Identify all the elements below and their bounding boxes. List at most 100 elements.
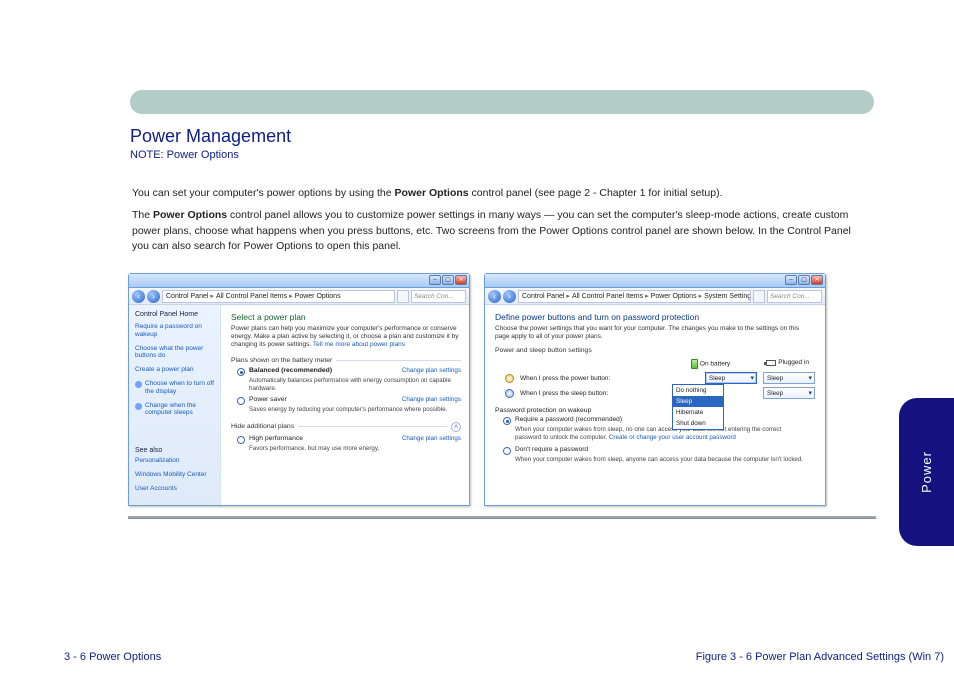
close-icon[interactable]: ✕ bbox=[811, 275, 823, 285]
bullet-icon bbox=[135, 403, 142, 410]
row-label: When I press the power button: bbox=[520, 375, 699, 382]
bullet-icon bbox=[135, 381, 142, 388]
heading-bar bbox=[130, 90, 874, 114]
column-headers: On battery Plugged in bbox=[495, 359, 809, 369]
sidebar-link[interactable]: Change when the computer sleeps bbox=[145, 402, 214, 418]
breadcrumb-item[interactable]: Control Panel bbox=[522, 293, 564, 300]
radio-selected[interactable] bbox=[237, 368, 245, 376]
dropdown-menu[interactable]: Do nothing Sleep Hibernate Shut down bbox=[672, 384, 724, 430]
plan-desc: Favors performance, but may use more ene… bbox=[249, 445, 461, 452]
change-plan-link[interactable]: Change plan settings bbox=[402, 367, 461, 374]
breadcrumb-item[interactable]: Control Panel bbox=[166, 293, 208, 300]
subsection-label: Hide additional plans bbox=[231, 423, 294, 430]
address-bar: ‹ › Control Panel▸ All Control Panel Ite… bbox=[485, 288, 825, 305]
titlebar[interactable]: – ▢ ✕ bbox=[129, 274, 469, 288]
sleep-plugged-select[interactable]: Sleep bbox=[763, 387, 815, 399]
radio[interactable] bbox=[237, 397, 245, 405]
plan-row[interactable]: Balanced (recommended) Change plan setti… bbox=[237, 367, 461, 376]
sidebar-link[interactable]: Require a password on wakeup bbox=[135, 323, 214, 339]
plan-label: High performance bbox=[249, 435, 303, 442]
power-icon bbox=[505, 374, 514, 383]
breadcrumb[interactable]: Control Panel▸ All Control Panel Items▸ … bbox=[518, 290, 751, 303]
window-body: Control Panel Home Require a password on… bbox=[129, 305, 469, 505]
dropdown-item-selected[interactable]: Sleep bbox=[673, 396, 723, 407]
section-text: Choose the power settings that you want … bbox=[495, 325, 815, 341]
plan-row[interactable]: High performance Change plan settings bbox=[237, 435, 461, 444]
plan-row[interactable]: Power saver Change plan settings bbox=[237, 396, 461, 405]
radio[interactable] bbox=[237, 436, 245, 444]
text: You can set your computer's power option… bbox=[132, 187, 395, 199]
search-input[interactable]: Search Con... bbox=[411, 290, 466, 303]
see-also-link[interactable]: Windows Mobility Center bbox=[135, 471, 214, 479]
minimize-icon[interactable]: – bbox=[785, 275, 797, 285]
link-create-password[interactable]: Create or change your user account passw… bbox=[609, 434, 736, 441]
back-button[interactable]: ‹ bbox=[132, 290, 145, 303]
screenshot-row: – ▢ ✕ ‹ › Control Panel▸ All Control Pan… bbox=[128, 273, 894, 506]
text: The bbox=[132, 209, 153, 221]
side-tab: Power bbox=[899, 398, 954, 546]
dropdown-item[interactable]: Hibernate bbox=[673, 407, 723, 418]
change-plan-link[interactable]: Change plan settings bbox=[402, 435, 461, 442]
page: Power Management NOTE: Power Options You… bbox=[0, 0, 954, 539]
password-option-row[interactable]: Don't require a password bbox=[503, 446, 815, 455]
power-button-row: When I press the power button: Sleep Sle… bbox=[505, 372, 815, 384]
option-label: Don't require a password bbox=[515, 446, 588, 453]
dropdown-item[interactable]: Do nothing bbox=[673, 385, 723, 396]
text: Plugged in bbox=[778, 359, 809, 366]
change-plan-link[interactable]: Change plan settings bbox=[402, 396, 461, 403]
dropdown-item[interactable]: Shut down bbox=[673, 418, 723, 429]
main-panel: Define power buttons and turn on passwor… bbox=[485, 305, 825, 478]
back-button[interactable]: ‹ bbox=[488, 290, 501, 303]
section-text: Power plans can help you maximize your c… bbox=[231, 325, 461, 349]
subsection-label: Power and sleep button settings bbox=[495, 347, 592, 354]
option-label: Require a password (recommended) bbox=[515, 416, 622, 423]
subsection: Hide additional plans ˄ bbox=[231, 422, 461, 432]
maximize-icon[interactable]: ▢ bbox=[442, 275, 454, 285]
refresh-button[interactable] bbox=[397, 290, 409, 303]
footer-left: 3 - 6 Power Options bbox=[64, 651, 161, 663]
forward-button[interactable]: › bbox=[147, 290, 160, 303]
power-plugged-select[interactable]: Sleep bbox=[763, 372, 815, 384]
close-icon[interactable]: ✕ bbox=[455, 275, 467, 285]
option-desc: When your computer wakes from sleep, no … bbox=[515, 426, 809, 442]
see-also-link[interactable]: User Accounts bbox=[135, 485, 214, 493]
plugged-in-label: Plugged in bbox=[766, 359, 809, 369]
sidebar-link[interactable]: Create a power plan bbox=[135, 366, 214, 374]
plan-desc: Automatically balances performance with … bbox=[249, 377, 461, 392]
sleep-button-row: When I press the sleep button: Sleep bbox=[505, 387, 815, 399]
sleep-icon bbox=[505, 389, 514, 398]
titlebar[interactable]: – ▢ ✕ bbox=[485, 274, 825, 288]
collapse-icon[interactable]: ˄ bbox=[451, 422, 461, 432]
password-option-row[interactable]: Require a password (recommended) bbox=[503, 416, 815, 425]
page-title: Power Management bbox=[130, 126, 894, 147]
link-tell-me-more[interactable]: Tell me more about power plans bbox=[313, 341, 405, 348]
text: control panel allows you to customize po… bbox=[132, 209, 851, 253]
breadcrumb[interactable]: Control Panel▸ All Control Panel Items▸ … bbox=[162, 290, 395, 303]
see-also-link[interactable]: Personalization bbox=[135, 457, 214, 465]
sidebar-link[interactable]: Choose when to turn off the display bbox=[145, 380, 214, 396]
sidebar-link[interactable]: Choose what the power buttons do bbox=[135, 345, 214, 361]
breadcrumb-item[interactable]: All Control Panel Items bbox=[572, 293, 643, 300]
plan-label: Balanced (recommended) bbox=[249, 367, 332, 374]
address-bar: ‹ › Control Panel▸ All Control Panel Ite… bbox=[129, 288, 469, 305]
divider bbox=[128, 516, 876, 519]
see-also-heading: See also bbox=[135, 447, 214, 454]
power-battery-select[interactable]: Sleep bbox=[705, 372, 757, 384]
plan-desc: Saves energy by reducing your computer's… bbox=[249, 406, 461, 413]
forward-button[interactable]: › bbox=[503, 290, 516, 303]
radio[interactable] bbox=[503, 447, 511, 455]
sidebar-heading: Control Panel Home bbox=[135, 311, 214, 318]
intro-paragraph-2: The Power Options control panel allows y… bbox=[132, 208, 854, 255]
breadcrumb-item[interactable]: System Settings bbox=[704, 293, 751, 300]
section-heading: Define power buttons and turn on passwor… bbox=[495, 312, 815, 322]
breadcrumb-item[interactable]: All Control Panel Items bbox=[216, 293, 287, 300]
breadcrumb-item[interactable]: Power Options bbox=[651, 293, 697, 300]
refresh-button[interactable] bbox=[753, 290, 765, 303]
search-input[interactable]: Search Con... bbox=[767, 290, 822, 303]
breadcrumb-item[interactable]: Power Options bbox=[295, 293, 341, 300]
minimize-icon[interactable]: – bbox=[429, 275, 441, 285]
maximize-icon[interactable]: ▢ bbox=[798, 275, 810, 285]
subsection-label: Plans shown on the battery meter bbox=[231, 357, 332, 364]
radio-selected[interactable] bbox=[503, 417, 511, 425]
window-body: Define power buttons and turn on passwor… bbox=[485, 305, 825, 478]
